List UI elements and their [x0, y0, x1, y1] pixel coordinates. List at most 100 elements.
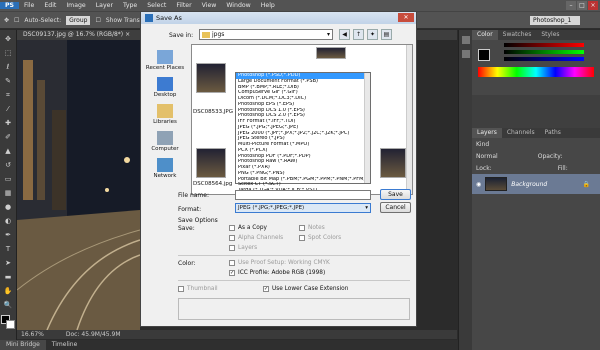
tab-color[interactable]: Color: [472, 30, 498, 40]
file-name-input[interactable]: [235, 190, 371, 200]
marquee-icon[interactable]: ⬚: [3, 49, 13, 58]
place-recent[interactable]: Recent Places: [145, 50, 185, 71]
file-thumb[interactable]: [316, 47, 346, 59]
tab-paths[interactable]: Paths: [540, 128, 566, 138]
move-tool-icon[interactable]: ✥: [4, 17, 9, 24]
document-canvas[interactable]: [17, 40, 140, 330]
r-slider[interactable]: [504, 43, 584, 47]
quick-select-icon[interactable]: ✎: [3, 77, 13, 86]
tab-swatches[interactable]: Swatches: [498, 30, 537, 40]
group-select[interactable]: Group: [66, 15, 91, 25]
auto-select-checkbox[interactable]: ☐: [14, 17, 19, 24]
format-dropdown-list[interactable]: Photoshop (*.PSD;*.PDD) Large Document Fo…: [235, 72, 371, 199]
tab-channels[interactable]: Channels: [502, 128, 540, 138]
file-list-scrollbar[interactable]: [406, 45, 412, 194]
healing-icon[interactable]: ✚: [3, 119, 13, 128]
tab-styles[interactable]: Styles: [536, 30, 564, 40]
layers-checkbox[interactable]: Layers: [229, 245, 257, 251]
type-icon[interactable]: T: [3, 245, 13, 254]
view-menu-icon[interactable]: ▤: [381, 29, 392, 40]
file-thumb[interactable]: [380, 148, 406, 178]
place-libraries-label: Libraries: [153, 119, 177, 125]
as-copy-checkbox[interactable]: As a Copy: [229, 225, 267, 231]
menu-filter[interactable]: Filter: [171, 2, 196, 9]
save-in-combo[interactable]: jpgs ▾: [199, 29, 333, 40]
layer-background[interactable]: ◉ Background 🔒: [472, 174, 600, 194]
up-folder-icon[interactable]: ↑: [353, 29, 364, 40]
file-thumb[interactable]: [196, 63, 226, 93]
file-name-label: File name:: [178, 192, 209, 199]
menu-window[interactable]: Window: [221, 2, 255, 9]
minimize-icon[interactable]: –: [566, 1, 576, 10]
workspace-select[interactable]: Photoshop_1: [530, 15, 580, 25]
blend-mode[interactable]: Normal: [476, 153, 498, 160]
menu-select[interactable]: Select: [142, 2, 171, 9]
format-select[interactable]: JPEG (*.JPG;*.JPEG;*.JPE) ▾: [235, 203, 371, 213]
new-folder-icon[interactable]: ✦: [367, 29, 378, 40]
place-desktop[interactable]: Desktop: [145, 77, 185, 98]
tab-timeline[interactable]: Timeline: [46, 340, 84, 350]
tab-mini-bridge[interactable]: Mini Bridge: [0, 340, 46, 350]
b-slider[interactable]: [504, 57, 584, 61]
properties-icon[interactable]: [461, 50, 470, 58]
menu-image[interactable]: Image: [61, 2, 90, 9]
eraser-icon[interactable]: ▭: [3, 175, 13, 184]
save-button[interactable]: Save: [380, 189, 411, 200]
show-transform-checkbox[interactable]: ☐: [95, 17, 100, 24]
file-name-1[interactable]: DSC08533.JPG: [193, 109, 233, 115]
ps-logo: PS: [0, 2, 19, 9]
menu-view[interactable]: View: [197, 2, 222, 9]
g-slider[interactable]: [504, 50, 584, 54]
dodge-icon[interactable]: ◐: [3, 217, 13, 226]
color-swatches[interactable]: [1, 315, 15, 329]
history-icon[interactable]: [461, 36, 470, 44]
zoom-icon[interactable]: 🔍: [3, 301, 13, 310]
lock-row: Lock: Fill:: [472, 162, 600, 174]
place-network[interactable]: Network: [145, 158, 185, 179]
file-name-2[interactable]: DSC08564.jpg: [193, 181, 232, 187]
brush-icon[interactable]: ✐: [3, 133, 13, 142]
notes-checkbox[interactable]: Notes: [299, 225, 325, 231]
color-spectrum[interactable]: [478, 67, 594, 77]
ps-dialog-icon: [145, 14, 153, 22]
move-icon[interactable]: ✥: [3, 35, 13, 44]
close-icon[interactable]: ×: [588, 1, 598, 10]
menu-edit[interactable]: Edit: [39, 2, 61, 9]
menu-help[interactable]: Help: [256, 2, 280, 9]
path-select-icon[interactable]: ➤: [3, 259, 13, 268]
maximize-icon[interactable]: □: [577, 1, 587, 10]
alpha-channels-checkbox[interactable]: Alpha Channels: [229, 235, 283, 241]
menu-type[interactable]: Type: [118, 2, 142, 9]
filter-kind[interactable]: Kind: [476, 141, 489, 148]
place-computer[interactable]: Computer: [145, 131, 185, 152]
cancel-button[interactable]: Cancel: [380, 202, 411, 213]
back-icon[interactable]: ◀: [339, 29, 350, 40]
lasso-icon[interactable]: ℓ: [3, 63, 13, 72]
menu-layer[interactable]: Layer: [91, 2, 118, 9]
menu-file[interactable]: File: [19, 2, 39, 9]
zoom-level[interactable]: 16.67%: [21, 330, 44, 339]
lowercase-extension-checkbox[interactable]: ✓ Use Lower Case Extension: [263, 286, 348, 292]
stamp-icon[interactable]: ▲: [3, 147, 13, 156]
proof-setup-checkbox[interactable]: Use Proof Setup: Working CMYK: [229, 260, 330, 266]
shape-icon[interactable]: ▬: [3, 273, 13, 282]
dialog-close-button[interactable]: ✕: [398, 13, 414, 22]
place-libraries[interactable]: Libraries: [145, 104, 185, 125]
icc-profile-checkbox[interactable]: ✓ ICC Profile: Adobe RGB (1998): [229, 270, 325, 276]
blur-icon[interactable]: ●: [3, 203, 13, 212]
gradient-icon[interactable]: ▦: [3, 189, 13, 198]
hand-icon[interactable]: ✋: [3, 287, 13, 296]
crop-icon[interactable]: ⌗: [3, 91, 13, 100]
dropdown-scrollbar[interactable]: [364, 73, 370, 183]
pen-icon[interactable]: ✒: [3, 231, 13, 240]
spot-colors-checkbox[interactable]: Spot Colors: [299, 235, 341, 241]
thumbnail-checkbox[interactable]: Thumbnail: [178, 286, 218, 292]
tab-layers[interactable]: Layers: [472, 128, 502, 138]
foreground-swatch[interactable]: [478, 49, 490, 61]
history-brush-icon[interactable]: ↺: [3, 161, 13, 170]
eyedropper-icon[interactable]: ⁄: [3, 105, 13, 114]
close-tab-icon[interactable]: ×: [125, 31, 130, 38]
file-thumb[interactable]: [196, 148, 226, 178]
visibility-eye-icon[interactable]: ◉: [476, 181, 481, 188]
format-select-value: JPEG (*.JPG;*.JPEG;*.JPE): [238, 205, 305, 211]
